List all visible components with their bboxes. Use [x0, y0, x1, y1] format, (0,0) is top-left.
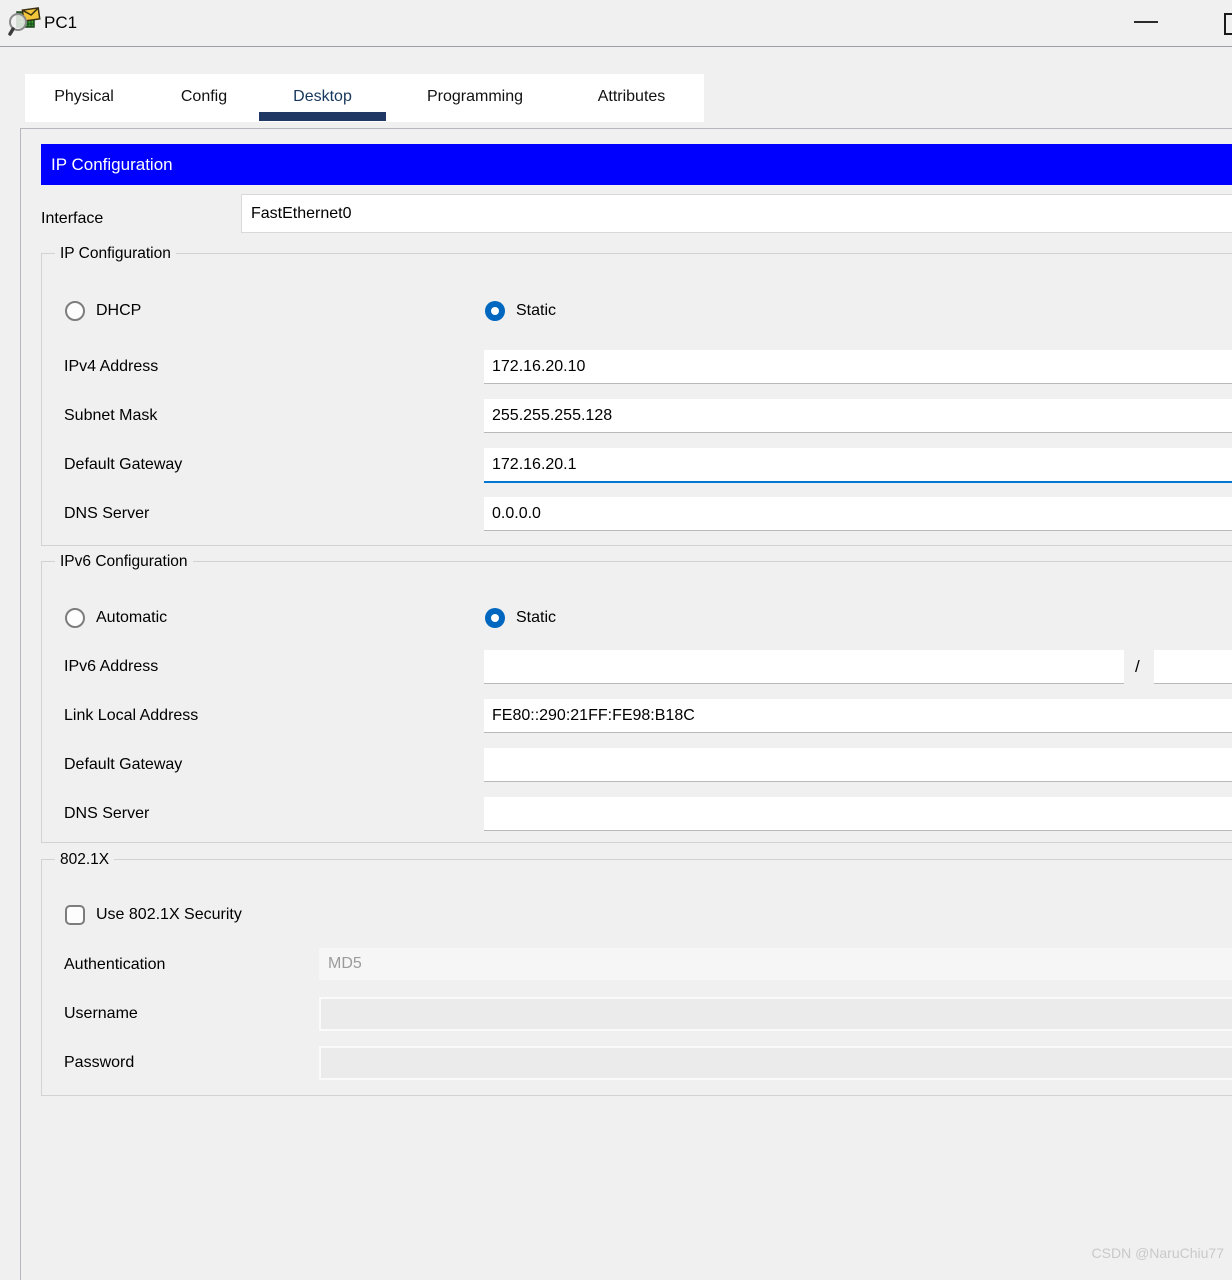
maximize-icon: [1224, 13, 1232, 35]
ipv6-group-title: IPv6 Configuration: [55, 552, 193, 572]
authentication-combobox[interactable]: MD5: [319, 948, 1232, 980]
default-gateway-input[interactable]: [484, 448, 1232, 483]
tab-config[interactable]: Config: [164, 74, 244, 122]
pc1-device-window: PC1 Physical Config Desktop Programming …: [0, 0, 1232, 1280]
minimize-icon: [1134, 21, 1158, 23]
minimize-button[interactable]: [1124, 0, 1170, 46]
packet-tracer-device-icon: [7, 6, 41, 40]
ipv6-address-input[interactable]: [484, 650, 1124, 684]
tab-bar: Physical Config Desktop Programming Attr…: [25, 74, 704, 122]
desktop-tab-panel: IP Configuration Interface FastEthernet0…: [20, 128, 1232, 1280]
link-local-address-input[interactable]: [484, 699, 1232, 733]
ipv6-automatic-radio-label: Automatic: [96, 606, 167, 630]
ipv6-static-radio-label: Static: [516, 606, 556, 630]
ipv6-dns-server-label: DNS Server: [64, 797, 149, 830]
ipv6-configuration-group: IPv6 Configuration Automatic Static IPv6…: [41, 561, 1232, 843]
maximize-button[interactable]: [1210, 0, 1232, 46]
password-label: Password: [64, 1046, 134, 1079]
title-bar: PC1: [0, 0, 1232, 47]
username-label: Username: [64, 997, 138, 1030]
dot1x-group-title: 802.1X: [55, 850, 114, 870]
dot1x-group: 802.1X Use 802.1X Security Authenticatio…: [41, 859, 1232, 1096]
dns-server-input[interactable]: [484, 497, 1232, 531]
interface-combobox[interactable]: FastEthernet0: [241, 194, 1232, 233]
tab-physical[interactable]: Physical: [33, 74, 135, 122]
dhcp-radio-label: DHCP: [96, 299, 141, 323]
ipv6-prefix-input[interactable]: [1154, 650, 1232, 684]
subnet-mask-input[interactable]: [484, 399, 1232, 433]
tab-programming[interactable]: Programming: [400, 74, 550, 122]
use-8021x-security-label: Use 802.1X Security: [96, 903, 242, 927]
interface-label: Interface: [41, 199, 103, 238]
ipv4-configuration-group: IP Configuration DHCP Static IPv4 Addres…: [41, 253, 1232, 546]
ipv6-address-label: IPv6 Address: [64, 650, 158, 683]
ip-configuration-header: IP Configuration: [41, 144, 1232, 185]
prefix-separator: /: [1135, 650, 1140, 683]
tab-attributes[interactable]: Attributes: [575, 74, 688, 122]
dhcp-radio[interactable]: [65, 301, 85, 321]
ipv4-address-input[interactable]: [484, 350, 1232, 384]
ipv4-static-radio[interactable]: [485, 301, 505, 321]
window-title: PC1: [44, 0, 77, 46]
ipv4-group-title: IP Configuration: [55, 244, 176, 264]
username-input[interactable]: [319, 997, 1232, 1031]
ipv4-address-label: IPv4 Address: [64, 350, 158, 383]
default-gateway-label: Default Gateway: [64, 448, 182, 481]
ipv6-default-gateway-input[interactable]: [484, 748, 1232, 782]
authentication-label: Authentication: [64, 948, 165, 981]
link-local-address-label: Link Local Address: [64, 699, 198, 732]
dns-server-label: DNS Server: [64, 497, 149, 530]
ipv6-automatic-radio[interactable]: [65, 608, 85, 628]
watermark-text: CSDN @NaruChiu77: [1092, 1245, 1224, 1261]
ipv6-dns-server-input[interactable]: [484, 797, 1232, 831]
ipv6-default-gateway-label: Default Gateway: [64, 748, 182, 781]
subnet-mask-label: Subnet Mask: [64, 399, 157, 432]
tab-desktop[interactable]: Desktop: [259, 74, 386, 122]
password-input[interactable]: [319, 1046, 1232, 1080]
ipv6-static-radio[interactable]: [485, 608, 505, 628]
ipv4-static-radio-label: Static: [516, 299, 556, 323]
use-8021x-security-checkbox[interactable]: [65, 905, 85, 925]
